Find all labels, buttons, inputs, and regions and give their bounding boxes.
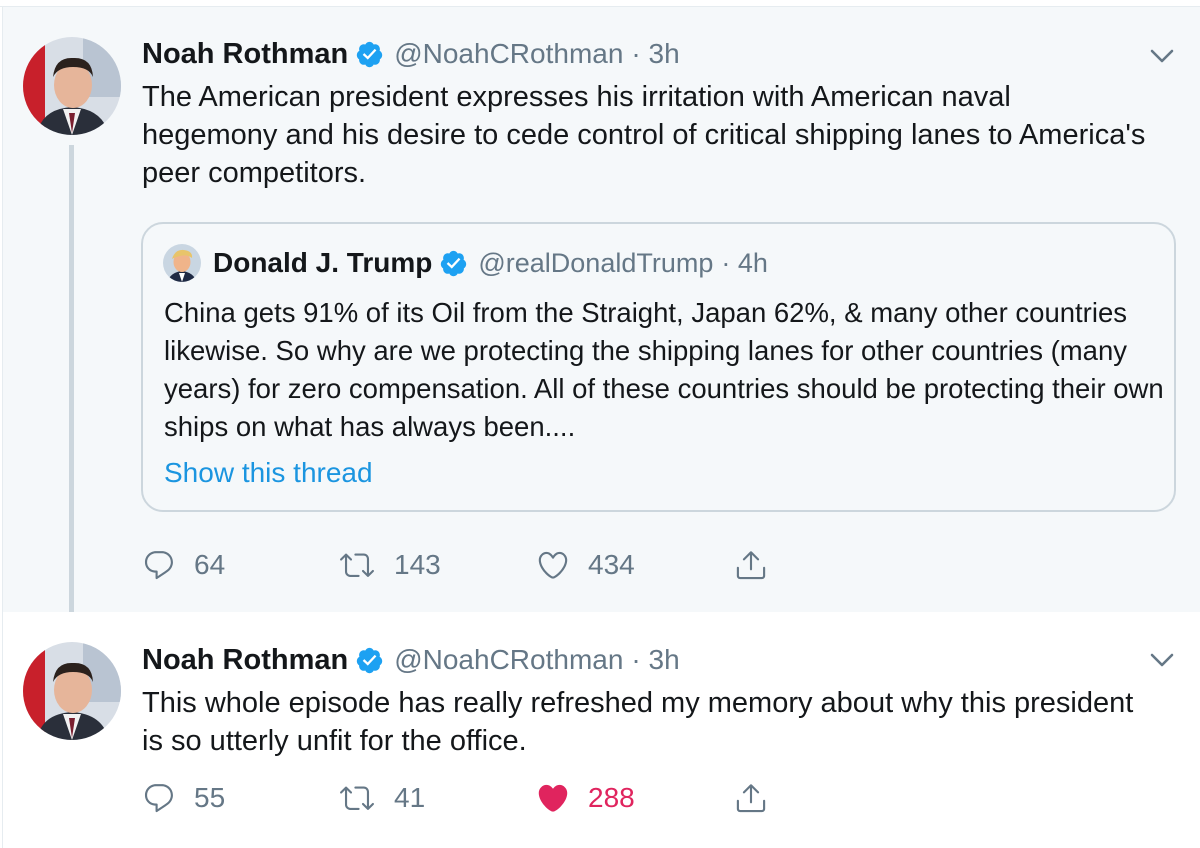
chevron-down-icon[interactable] (1147, 645, 1177, 675)
quoted-author-handle: @realDonaldTrump (478, 247, 714, 278)
like-count: 434 (588, 549, 635, 580)
retweet-count: 143 (394, 549, 441, 580)
reply-button[interactable]: 64 (142, 545, 225, 585)
share-button[interactable] (734, 545, 768, 585)
tweet-timestamp[interactable]: · 3h (631, 38, 679, 70)
avatar[interactable] (23, 37, 121, 135)
retweet-icon (340, 553, 374, 577)
quoted-tweet-header: Donald J. Trump @realDonaldTrump · 4h (213, 244, 768, 282)
like-count: 288 (588, 782, 635, 813)
author-name[interactable]: Noah Rothman (142, 38, 348, 71)
retweet-button[interactable]: 143 (338, 545, 441, 585)
show-thread-link[interactable]: Show this thread (164, 457, 373, 489)
avatar-image (23, 37, 121, 135)
quoted-tweet-timestamp: · 4h (721, 247, 768, 278)
author-name[interactable]: Noah Rothman (142, 644, 348, 677)
verified-badge-icon (355, 646, 384, 675)
quoted-author-name: Donald J. Trump (213, 247, 433, 278)
tweet-header: Noah Rothman @NoahCRothman · 3h (142, 642, 680, 678)
quoted-avatar (163, 244, 201, 282)
tweet-header: Noah Rothman @NoahCRothman · 3h (142, 36, 680, 72)
heart-icon (538, 551, 568, 579)
verified-badge-icon (439, 249, 468, 278)
retweet-count: 41 (394, 782, 426, 813)
like-button[interactable]: 288 (536, 778, 635, 818)
author-handle[interactable]: @NoahCRothman (394, 644, 623, 676)
heart-icon (538, 784, 568, 812)
verified-badge-icon (355, 40, 384, 69)
tweet-actions: 55 41 288 (142, 778, 792, 818)
author-handle[interactable]: @NoahCRothman (394, 38, 623, 70)
reply-count: 64 (194, 549, 226, 580)
avatar[interactable] (23, 642, 121, 740)
share-button[interactable] (734, 778, 768, 818)
avatar-image (23, 642, 121, 740)
tweet-text: The American president expresses his irr… (142, 81, 1146, 189)
quoted-tweet-text: China gets 91% of its Oil from the Strai… (164, 297, 1164, 442)
reply-button[interactable]: 55 (142, 778, 225, 818)
reply-count: 55 (194, 782, 226, 813)
reply-icon (144, 551, 173, 580)
tweet-text: This whole episode has really refreshed … (142, 687, 1134, 757)
reply-icon (144, 784, 173, 813)
tweet-timestamp[interactable]: · 3h (631, 644, 679, 676)
share-icon (736, 551, 766, 580)
retweet-icon (340, 786, 374, 810)
chevron-down-icon[interactable] (1147, 41, 1177, 71)
retweet-button[interactable]: 41 (338, 778, 425, 818)
tweet-actions: 64 143 434 (142, 545, 792, 585)
like-button[interactable]: 434 (536, 545, 635, 585)
share-icon (736, 784, 766, 813)
thread-connector-line (69, 145, 74, 633)
